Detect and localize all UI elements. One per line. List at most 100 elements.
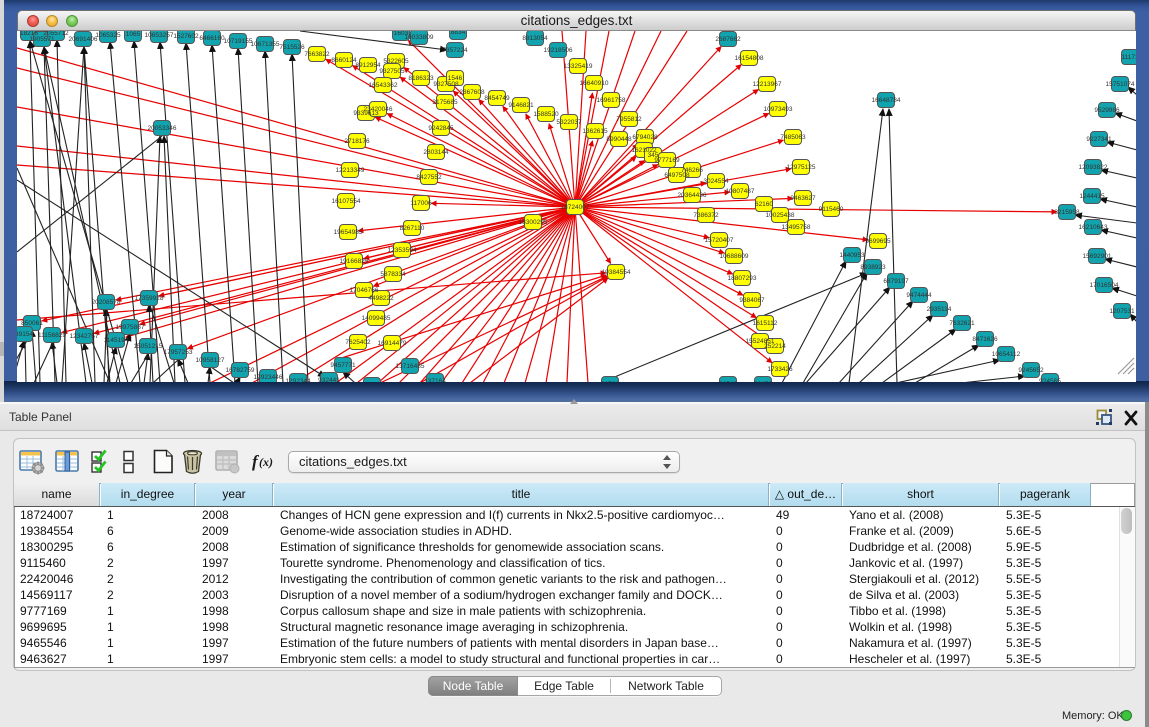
svg-text:9457771: 9457771 [330, 362, 356, 369]
svg-text:1588520: 1588520 [533, 111, 559, 118]
svg-text:1207531: 1207531 [1109, 308, 1135, 315]
svg-text:20691406: 20691406 [69, 36, 98, 43]
svg-text:20208578: 20208578 [92, 299, 121, 306]
svg-text:11156829: 11156829 [38, 332, 66, 339]
svg-text:18300295: 18300295 [519, 219, 548, 226]
svg-text:3175685: 3175685 [432, 99, 458, 106]
svg-text:19654985: 19654985 [334, 229, 363, 236]
svg-text:16782759: 16782759 [226, 367, 255, 374]
svg-text:5322605: 5322605 [383, 58, 409, 65]
svg-text:8660124: 8660124 [331, 57, 357, 64]
svg-text:7515526: 7515526 [279, 44, 305, 51]
svg-text:117006: 117006 [410, 200, 432, 207]
svg-text:19384554: 19384554 [602, 269, 631, 276]
svg-text:20053346: 20053346 [148, 125, 177, 132]
svg-text:5878334: 5878334 [380, 271, 406, 278]
svg-text:10719155: 10719155 [224, 38, 253, 45]
svg-text:9115460: 9115460 [819, 206, 844, 213]
svg-text:12213967: 12213967 [753, 81, 782, 88]
svg-text:8938923: 8938923 [860, 264, 886, 271]
svg-text:137164: 137164 [424, 378, 446, 382]
svg-text:15720407: 15720407 [705, 237, 734, 244]
svg-text:16033809: 16033809 [405, 34, 434, 41]
svg-text:1065: 1065 [126, 31, 141, 38]
svg-text:8834: 8834 [451, 31, 466, 36]
svg-text:2055712: 2055712 [43, 31, 69, 37]
svg-text:23420046: 23420046 [364, 106, 393, 113]
svg-text:17016504: 17016504 [1090, 282, 1119, 289]
svg-text:6794028: 6794028 [632, 134, 658, 141]
svg-text:16648784: 16648784 [872, 97, 901, 104]
svg-text:2867608: 2867608 [459, 89, 485, 96]
svg-text:16154808: 16154808 [735, 55, 764, 62]
svg-text:1145194: 1145194 [104, 337, 129, 344]
svg-text:17359928: 17359928 [135, 295, 164, 302]
svg-text:3024554: 3024554 [703, 178, 729, 185]
svg-text:6466160: 6466160 [199, 35, 225, 42]
svg-text:1527602: 1527602 [173, 33, 199, 40]
svg-text:7955812: 7955812 [616, 116, 642, 123]
svg-text:10958127: 10958127 [196, 357, 225, 364]
svg-text:9529986: 9529986 [1094, 107, 1120, 114]
svg-text:15751074: 15751074 [1106, 81, 1135, 88]
svg-text:9777169: 9777169 [654, 157, 680, 164]
svg-text:6497508: 6497508 [664, 172, 690, 179]
svg-text:1546: 1546 [448, 75, 463, 82]
svg-text:9327508: 9327508 [433, 81, 459, 88]
svg-text:1362615: 1362615 [582, 128, 608, 135]
svg-text:9227341: 9227341 [1086, 136, 1112, 143]
svg-text:16640910: 16640910 [580, 80, 609, 87]
svg-text:9327505: 9327505 [379, 68, 405, 75]
svg-text:3215958: 3215958 [1054, 209, 1080, 216]
svg-text:12093822: 12093822 [1079, 164, 1108, 171]
svg-text:2718176: 2718176 [344, 138, 370, 145]
svg-text:9463627: 9463627 [790, 195, 816, 202]
svg-text:7663822: 7663822 [304, 51, 330, 58]
svg-text:7485063: 7485063 [780, 134, 806, 141]
svg-text:2935114: 2935114 [927, 306, 952, 313]
svg-text:10025438: 10025438 [766, 212, 795, 219]
svg-text:8186323: 8186323 [408, 75, 434, 82]
svg-text:8912954: 8912954 [355, 62, 381, 69]
svg-text:16961758: 16961758 [597, 97, 626, 104]
svg-text:93761: 93761 [601, 381, 619, 382]
svg-text:8454749: 8454749 [484, 95, 510, 102]
svg-text:10688609: 10688609 [720, 253, 749, 260]
svg-text:10671355: 10671355 [251, 41, 280, 48]
svg-text:1244415: 1244415 [1079, 193, 1105, 200]
svg-text:8267110: 8267110 [400, 225, 425, 232]
svg-text:11171: 11171 [1121, 54, 1136, 61]
svg-text:7625402: 7625402 [345, 339, 371, 346]
svg-text:13716485: 13716485 [396, 363, 425, 370]
svg-text:(x): (x) [259, 455, 273, 469]
svg-text:16107554: 16107554 [332, 198, 361, 205]
svg-text:19166825: 19166825 [340, 258, 369, 265]
svg-text:13325419: 13325419 [564, 63, 593, 70]
svg-text:6879197: 6879197 [883, 278, 909, 285]
svg-text:932441: 932441 [318, 377, 340, 382]
svg-text:1733426: 1733426 [767, 366, 793, 373]
svg-text:8813054: 8813054 [522, 35, 548, 42]
svg-text:16543362: 16543362 [369, 82, 398, 89]
svg-text:18807293: 18807293 [728, 275, 757, 282]
svg-text:7357224: 7357224 [442, 47, 468, 54]
svg-text:7386372: 7386372 [693, 212, 719, 219]
svg-text:12923446: 12923446 [254, 374, 283, 381]
svg-text:9245652: 9245652 [1018, 367, 1044, 374]
svg-text:17046766: 17046766 [350, 287, 379, 294]
svg-text:1292344: 1292344 [285, 378, 311, 382]
svg-text:39154: 39154 [17, 331, 33, 338]
svg-text:1065325: 1065325 [95, 32, 121, 39]
svg-text:9699695: 9699695 [865, 238, 891, 245]
svg-text:15051215: 15051215 [134, 343, 163, 350]
svg-text:12342757: 12342757 [70, 333, 99, 340]
svg-text:8990448: 8990448 [606, 136, 632, 143]
svg-text:14099485: 14099485 [362, 315, 391, 322]
svg-text:850061: 850061 [21, 320, 43, 327]
svg-text:13495758: 13495758 [782, 224, 811, 231]
svg-text:9242845: 9242845 [428, 125, 454, 132]
svg-text:9384067: 9384067 [739, 297, 765, 304]
svg-text:12975125: 12975125 [787, 164, 816, 171]
svg-text:5322037: 5322037 [556, 119, 582, 126]
svg-text:1615112: 1615112 [753, 320, 778, 327]
